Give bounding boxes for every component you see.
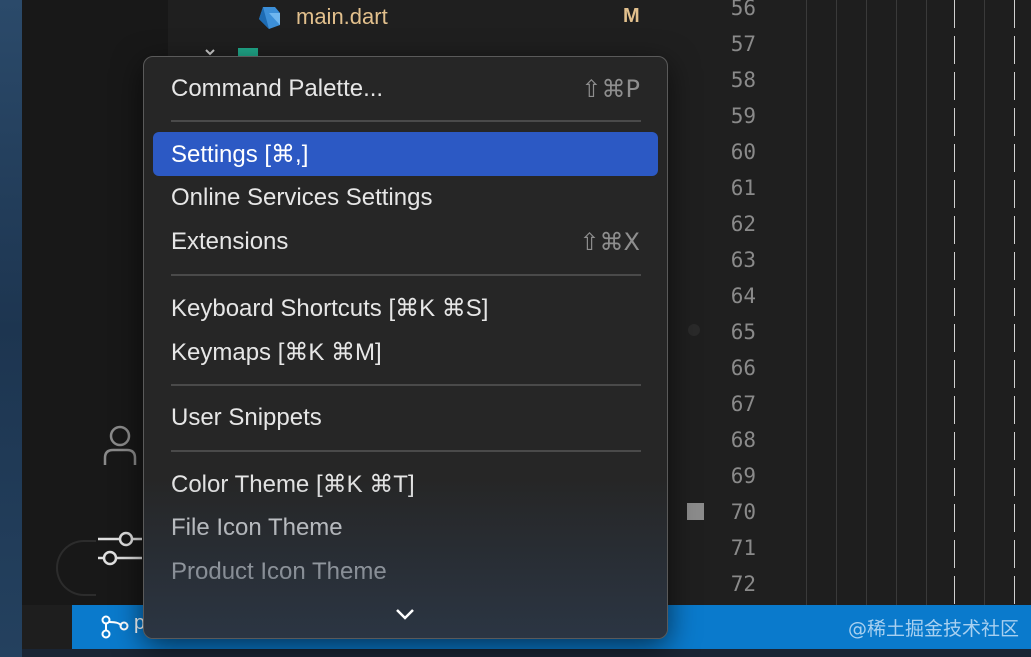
indent-guide	[806, 0, 807, 605]
line-number: 65	[730, 320, 756, 344]
line-number: 60	[730, 140, 756, 164]
line-number: 62	[730, 212, 756, 236]
menu-item-label: Online Services Settings	[171, 184, 433, 211]
line-number: 70	[730, 500, 756, 524]
line-number: 66	[730, 356, 756, 380]
menu-item-user-snippets[interactable]: User Snippets	[153, 396, 658, 440]
menu-item-label: Keyboard Shortcuts [⌘K ⌘S]	[171, 295, 489, 322]
settings-sliders-icon[interactable]	[96, 530, 144, 566]
indent-guide	[896, 0, 897, 605]
indent-guide	[984, 0, 985, 605]
menu-separator	[171, 450, 641, 452]
line-number: 61	[730, 176, 756, 200]
menu-item-shortcut: ⇧⌘P	[581, 75, 640, 103]
line-number: 56	[730, 0, 756, 20]
line-number: 69	[730, 464, 756, 488]
menu-item-label: Extensions	[171, 228, 289, 255]
line-number: 57	[730, 32, 756, 56]
file-modified-badge: M	[623, 5, 640, 27]
menu-item-label: Settings [⌘,]	[171, 141, 309, 168]
menu-item-keyboard-shortcuts[interactable]: Keyboard Shortcuts [⌘K ⌘S]	[153, 286, 658, 330]
menu-item-keymaps[interactable]: Keymaps [⌘K ⌘M]	[153, 330, 658, 374]
menu-item-command-palette[interactable]: Command Palette... ⇧⌘P	[153, 67, 658, 111]
menu-separator	[171, 120, 641, 122]
breakpoint-hint	[688, 324, 700, 336]
manage-menu: Command Palette... ⇧⌘P Settings [⌘,] Onl…	[143, 56, 668, 639]
indent-guide	[836, 0, 837, 605]
line-number: 67	[730, 392, 756, 416]
file-name: main.dart	[296, 4, 388, 29]
account-icon[interactable]	[102, 424, 138, 466]
menu-item-color-theme[interactable]: Color Theme [⌘K ⌘T]	[153, 462, 658, 506]
indent-guide-active	[1014, 0, 1015, 605]
indent-guide	[926, 0, 927, 605]
line-number: 59	[730, 104, 756, 128]
menu-item-product-icon-theme[interactable]: Product Icon Theme	[153, 550, 658, 594]
window-bottom-edge	[22, 649, 1031, 657]
menu-item-label: File Icon Theme	[171, 514, 343, 541]
menu-item-settings[interactable]: Settings [⌘,]	[153, 132, 658, 176]
menu-separator	[171, 274, 641, 276]
line-number: 58	[730, 68, 756, 92]
dart-icon	[259, 7, 280, 29]
line-number: 68	[730, 428, 756, 452]
menu-item-label: Keymaps [⌘K ⌘M]	[171, 339, 382, 366]
editor-area[interactable]	[806, 0, 1031, 605]
line-number: 72	[730, 572, 756, 596]
menu-item-label: Color Theme [⌘K ⌘T]	[171, 471, 415, 498]
indent-guide-active	[954, 0, 955, 605]
chevron-down-icon[interactable]	[394, 607, 416, 621]
menu-item-label: Product Icon Theme	[171, 558, 387, 585]
menu-item-shortcut: ⇧⌘X	[579, 228, 640, 256]
explorer-file-row[interactable]	[168, 0, 676, 36]
menu-item-label: User Snippets	[171, 404, 322, 431]
line-number: 63	[730, 248, 756, 272]
menu-item-label: Command Palette...	[171, 75, 384, 102]
menu-item-file-icon-theme[interactable]: File Icon Theme	[153, 506, 658, 550]
menu-item-extensions[interactable]: Extensions ⇧⌘X	[153, 220, 658, 264]
indent-guide	[866, 0, 867, 605]
menu-separator	[171, 384, 641, 386]
line-number: 64	[730, 284, 756, 308]
line-number: 71	[730, 536, 756, 560]
menu-item-online-services-settings[interactable]: Online Services Settings	[153, 176, 658, 220]
source-control-branch-icon[interactable]	[100, 614, 130, 640]
watermark: @稀土掘金技术社区	[848, 618, 1020, 640]
